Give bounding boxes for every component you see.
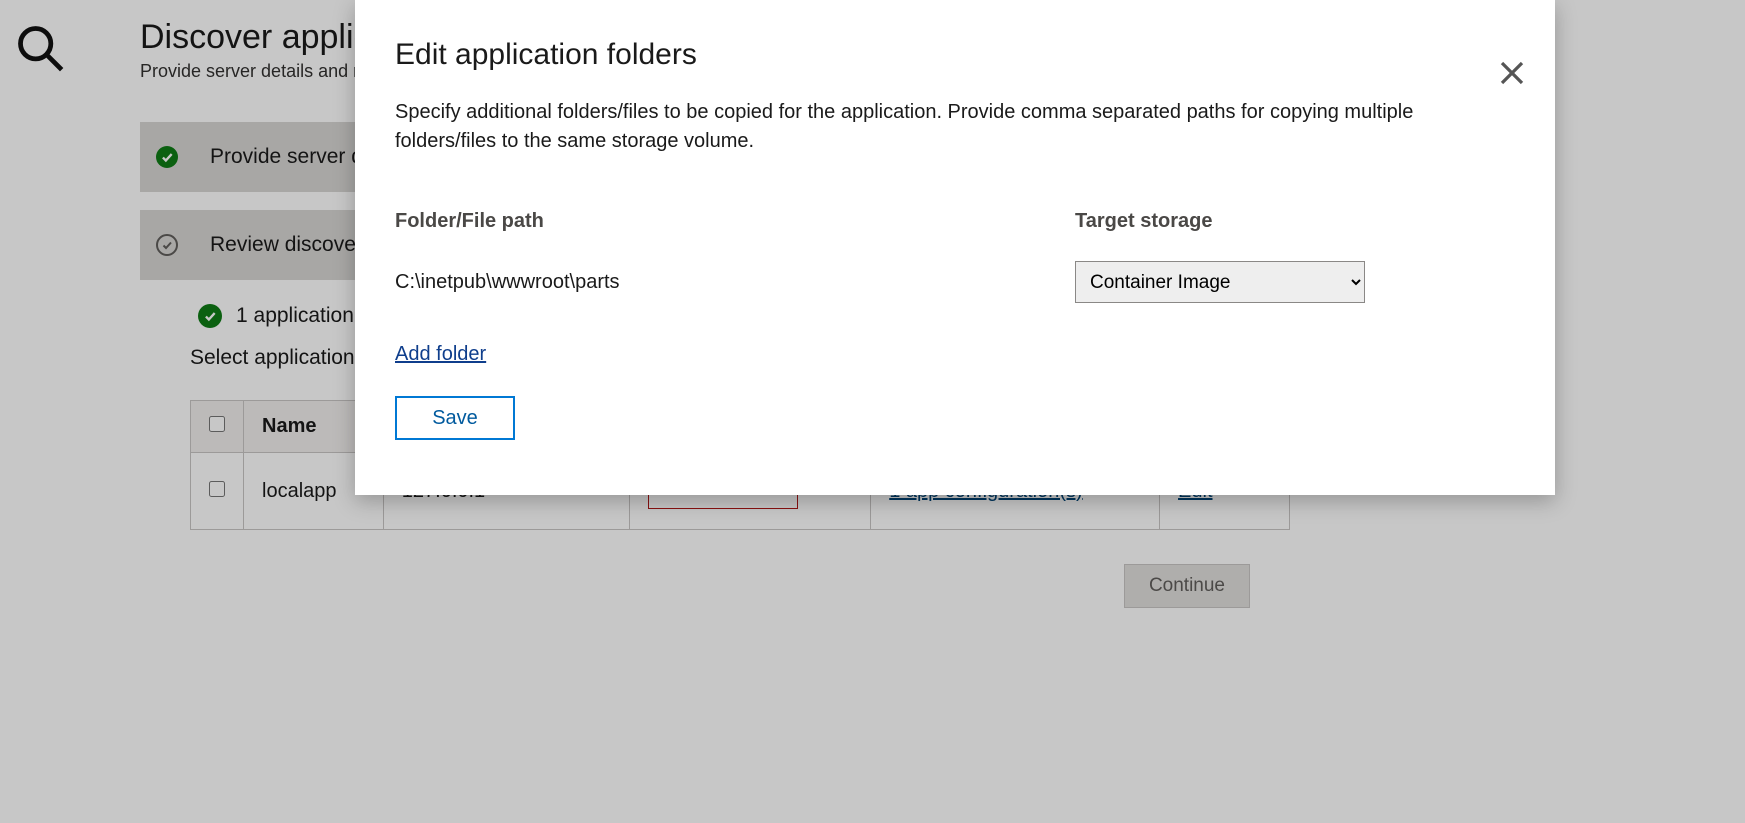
close-icon[interactable]: [1497, 58, 1527, 93]
modal-title: Edit application folders: [395, 38, 1515, 72]
target-storage-header: Target storage: [1075, 210, 1395, 233]
edit-application-folders-modal: Edit application folders Specify additio…: [355, 0, 1555, 495]
folder-path-value: C:\inetpub\wwwroot\parts: [395, 271, 1075, 294]
target-storage-select[interactable]: Container Image: [1075, 261, 1365, 303]
save-button[interactable]: Save: [395, 396, 515, 440]
folder-path-header: Folder/File path: [395, 210, 1075, 233]
add-folder-link[interactable]: Add folder: [395, 343, 486, 366]
modal-description: Specify additional folders/files to be c…: [395, 98, 1445, 156]
